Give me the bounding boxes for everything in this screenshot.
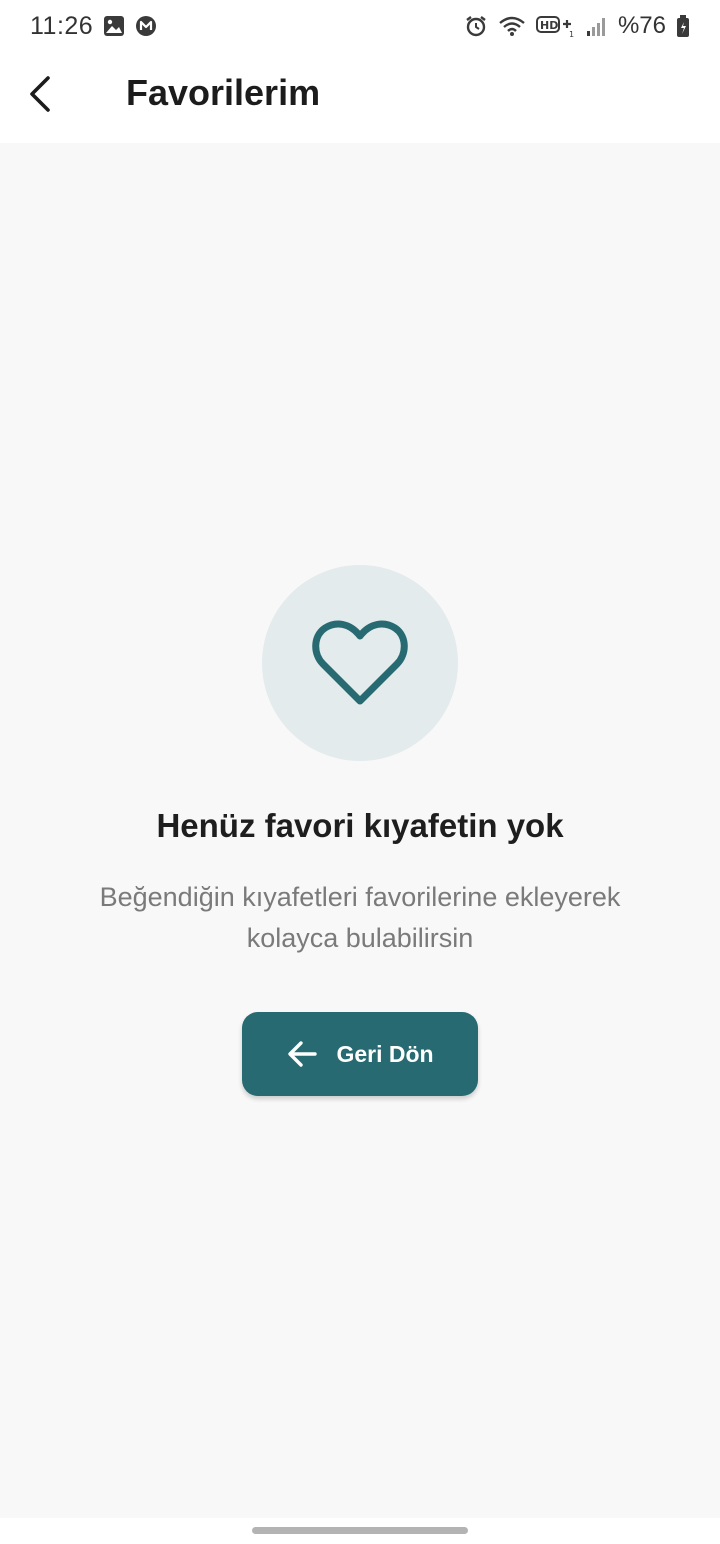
home-indicator[interactable] bbox=[252, 1527, 468, 1534]
empty-state-description: Beğendiğin kıyafetleri favorilerine ekle… bbox=[99, 882, 621, 953]
hd-volte-icon: HD 1 bbox=[535, 14, 576, 38]
alarm-icon bbox=[464, 14, 488, 38]
go-back-button[interactable]: Geri Dön bbox=[242, 1012, 478, 1096]
battery-icon bbox=[676, 14, 690, 38]
gallery-icon bbox=[103, 15, 125, 37]
arrow-left-icon bbox=[286, 1040, 318, 1068]
status-bar: 11:26 HD 1 %76 bbox=[0, 0, 720, 52]
wifi-icon bbox=[498, 14, 526, 38]
empty-state-title: Henüz favori kıyafetin yok bbox=[156, 807, 564, 844]
empty-state-illustration bbox=[262, 565, 458, 761]
m-app-icon bbox=[135, 15, 157, 37]
heart-outline-icon bbox=[312, 618, 408, 708]
chevron-left-icon bbox=[26, 74, 54, 114]
empty-state-content: Henüz favori kıyafetin yok Beğendiğin kı… bbox=[0, 143, 720, 1518]
app-bar: Favorilerim bbox=[0, 52, 720, 143]
screen: 11:26 HD 1 %76 Favorilerim Henüz favori … bbox=[0, 0, 720, 1544]
back-button[interactable] bbox=[18, 70, 62, 118]
svg-text:HD: HD bbox=[540, 19, 558, 32]
status-right: HD 1 %76 bbox=[464, 12, 690, 40]
go-back-button-label: Geri Dön bbox=[336, 1040, 434, 1067]
status-time: 11:26 bbox=[30, 11, 94, 40]
status-left: 11:26 bbox=[30, 12, 157, 41]
navigation-bar bbox=[0, 1518, 720, 1544]
svg-text:1: 1 bbox=[569, 30, 574, 38]
page-title: Favorilerim bbox=[126, 72, 321, 113]
signal-icon bbox=[586, 15, 608, 37]
battery-percent: %76 bbox=[617, 12, 666, 39]
